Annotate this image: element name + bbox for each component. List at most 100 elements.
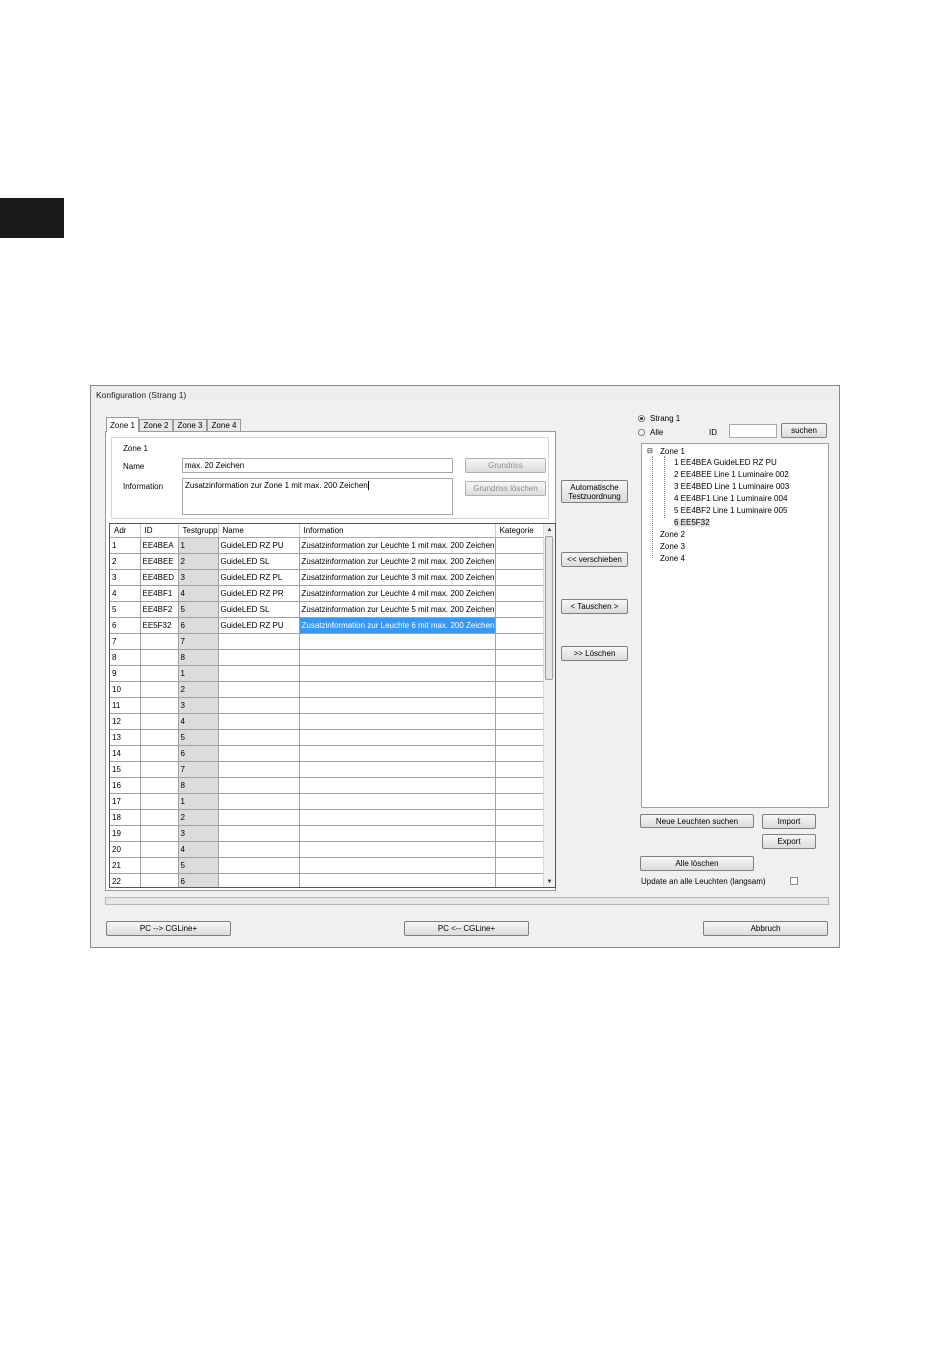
cell-information[interactable]: Zusatzinformation zur Leuchte 5 mit max.…: [299, 601, 496, 618]
tree-item[interactable]: 5 EE4BF2 Line 1 Luminaire 005: [674, 506, 787, 515]
cell-name[interactable]: GuideLED SL: [218, 601, 300, 618]
cell-kategorie[interactable]: [495, 617, 545, 634]
cell-name[interactable]: [218, 793, 300, 810]
table-row[interactable]: 1 EE4BEA 1 GuideLED RZ PU Zusatzinformation …: [110, 537, 545, 554]
cell-name[interactable]: [218, 873, 300, 887]
import-button[interactable]: Import: [762, 814, 816, 829]
cell-adr[interactable]: 19: [110, 825, 141, 842]
cell-information[interactable]: Zusatzinformation zur Leuchte 2 mit max.…: [299, 553, 496, 570]
cell-kategorie[interactable]: [495, 841, 545, 858]
cell-id[interactable]: [140, 793, 179, 810]
table-row[interactable]: 88: [110, 649, 545, 666]
cell-id[interactable]: [140, 745, 179, 762]
tree-item[interactable]: 4 EE4BF1 Line 1 Luminaire 004: [674, 494, 787, 503]
table-row[interactable]: 5 EE4BF2 5 GuideLED SL Zusatzinformation zur…: [110, 601, 545, 618]
cell-name[interactable]: [218, 713, 300, 730]
table-row[interactable]: 2 EE4BEE 2 GuideLED SL Zusatzinformation zur…: [110, 553, 545, 570]
table-row[interactable]: 15 7: [110, 761, 545, 778]
cell-name[interactable]: GuideLED SL: [218, 553, 300, 570]
tree-zone-2[interactable]: Zone 2: [660, 530, 685, 539]
cell-id[interactable]: [140, 777, 179, 794]
table-row[interactable]: 10 2: [110, 681, 545, 698]
cell-kategorie[interactable]: [495, 553, 545, 570]
scroll-thumb[interactable]: [545, 536, 553, 680]
table-row[interactable]: 12 4: [110, 713, 545, 730]
tab-zone-2[interactable]: Zone 2: [139, 419, 173, 431]
cell-kategorie[interactable]: [495, 633, 545, 650]
cell-testgruppe[interactable]: 3: [178, 825, 219, 842]
verschieben-button[interactable]: << verschieben: [561, 552, 628, 567]
cell-information[interactable]: Zusatzinformation zur Leuchte 4 mit max.…: [299, 585, 496, 602]
cell-adr[interactable]: 7: [110, 633, 141, 650]
loeschen-button[interactable]: >> Löschen: [561, 646, 628, 661]
cell-id[interactable]: [140, 873, 179, 887]
tab-zone-4[interactable]: Zone 4: [207, 419, 241, 431]
strang-radio[interactable]: [638, 415, 645, 422]
grundriss-button[interactable]: Grundriss: [465, 458, 546, 473]
cell-adr[interactable]: 20: [110, 841, 141, 858]
grundriss-loeschen-button[interactable]: Grundriss löschen: [465, 481, 546, 496]
cell-adr[interactable]: 6: [110, 617, 141, 634]
cell-testgruppe[interactable]: 6: [178, 745, 219, 762]
collapse-icon[interactable]: ⊟: [647, 447, 653, 455]
cell-information[interactable]: [299, 633, 496, 650]
cell-testgruppe[interactable]: 4: [178, 713, 219, 730]
table-row[interactable]: 14 6: [110, 745, 545, 762]
pc-to-cgline-button[interactable]: PC --> CGLine+: [106, 921, 231, 936]
cell-id[interactable]: EE4BEE: [140, 553, 179, 570]
tree-zone-4[interactable]: Zone 4: [660, 554, 685, 563]
cell-id[interactable]: [140, 665, 179, 682]
cell-id[interactable]: EE4BEA: [140, 537, 179, 554]
cell-name[interactable]: [218, 681, 300, 698]
cell-name[interactable]: [218, 825, 300, 842]
cell-testgruppe[interactable]: 2: [178, 809, 219, 826]
cell-kategorie[interactable]: [495, 825, 545, 842]
cell-testgruppe[interactable]: 5: [178, 729, 219, 746]
cell-testgruppe[interactable]: 3: [178, 569, 219, 586]
cell-adr[interactable]: 2: [110, 553, 141, 570]
cell-information[interactable]: [299, 681, 496, 698]
cell-testgruppe[interactable]: 5: [178, 857, 219, 874]
tab-zone-3[interactable]: Zone 3: [173, 419, 207, 431]
cell-information[interactable]: [299, 761, 496, 778]
cell-information[interactable]: Zusatzinformation zur Leuchte 6 mit max.…: [299, 617, 496, 634]
tree-item[interactable]: 2 EE4BEE Line 1 Luminaire 002: [674, 470, 789, 479]
cell-information[interactable]: [299, 793, 496, 810]
cell-information[interactable]: [299, 873, 496, 887]
tree-item[interactable]: 6 EE5F32: [674, 518, 710, 527]
table-row[interactable]: 91: [110, 665, 545, 682]
table-row[interactable]: 3 EE4BED 3 GuideLED RZ PL Zusatzinformation …: [110, 569, 545, 586]
cell-kategorie[interactable]: [495, 681, 545, 698]
luminaire-table[interactable]: Adr ID Testgruppe Name Information Kateg…: [109, 523, 556, 888]
cell-id[interactable]: [140, 857, 179, 874]
cell-kategorie[interactable]: [495, 793, 545, 810]
cell-id[interactable]: [140, 681, 179, 698]
cell-name[interactable]: [218, 857, 300, 874]
cell-testgruppe[interactable]: 8: [178, 649, 219, 666]
table-row[interactable]: 22 6: [110, 873, 545, 887]
table-row[interactable]: 11 3: [110, 697, 545, 714]
cell-id[interactable]: [140, 649, 179, 666]
cell-id[interactable]: EE5F32: [140, 617, 179, 634]
cell-testgruppe[interactable]: 2: [178, 553, 219, 570]
cell-id[interactable]: EE4BED: [140, 569, 179, 586]
cell-information[interactable]: [299, 777, 496, 794]
cell-name[interactable]: [218, 665, 300, 682]
table-row[interactable]: 16 8: [110, 777, 545, 794]
cell-kategorie[interactable]: [495, 761, 545, 778]
cell-adr[interactable]: 1: [110, 537, 141, 554]
cell-testgruppe[interactable]: 6: [178, 617, 219, 634]
cell-kategorie[interactable]: [495, 809, 545, 826]
table-row[interactable]: 18 2: [110, 809, 545, 826]
table-vertical-scrollbar[interactable]: ▲ ▼: [543, 524, 555, 887]
table-row[interactable]: 17 1: [110, 793, 545, 810]
table-row[interactable]: 19 3: [110, 825, 545, 842]
cell-kategorie[interactable]: [495, 857, 545, 874]
cell-information[interactable]: [299, 841, 496, 858]
neue-leuchten-suchen-button[interactable]: Neue Leuchten suchen: [640, 814, 754, 828]
cell-testgruppe[interactable]: 1: [178, 537, 219, 554]
zone-name-input[interactable]: max. 20 Zeichen: [182, 458, 453, 473]
cell-name[interactable]: [218, 841, 300, 858]
cell-kategorie[interactable]: [495, 537, 545, 554]
cell-adr[interactable]: 11: [110, 697, 141, 714]
